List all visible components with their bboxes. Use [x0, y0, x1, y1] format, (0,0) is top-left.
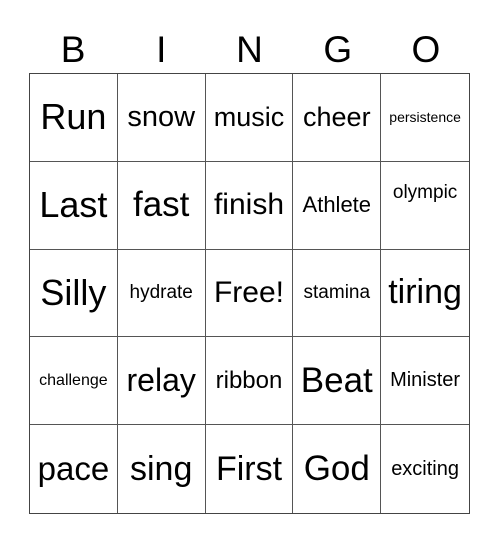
bingo-cell[interactable]: Athlete — [293, 161, 382, 250]
header-letter-o: O — [411, 29, 441, 70]
bingo-cell[interactable]: exciting — [381, 425, 469, 513]
bingo-grid: Run snow music cheer persistence Last fa… — [29, 73, 470, 514]
bingo-cell[interactable]: hydrate — [117, 249, 206, 338]
bingo-cell[interactable]: ribbon — [205, 337, 294, 426]
header-letter-b: B — [60, 29, 86, 70]
header-letter-n: N — [236, 29, 263, 70]
bingo-cell[interactable]: tiring — [381, 250, 469, 338]
bingo-cell[interactable]: finish — [205, 161, 294, 250]
bingo-cell[interactable]: Beat — [293, 337, 382, 426]
bingo-cell[interactable]: music — [205, 74, 294, 162]
bingo-cell[interactable]: First — [206, 425, 294, 513]
bingo-cell[interactable]: relay — [117, 337, 206, 426]
bingo-cell[interactable]: challenge — [30, 337, 118, 426]
bingo-cell[interactable]: olympic — [381, 162, 469, 250]
bingo-cell[interactable]: God — [293, 425, 382, 513]
free-space-cell[interactable]: Free! — [205, 249, 294, 338]
bingo-cell[interactable]: pace — [30, 425, 118, 513]
header-letter-g: G — [323, 29, 353, 70]
bingo-cell[interactable]: Minister — [381, 337, 469, 426]
bingo-cell[interactable]: snow — [117, 74, 206, 162]
bingo-cell[interactable]: Silly — [30, 249, 118, 338]
bingo-cell[interactable]: cheer — [293, 74, 382, 162]
bingo-cell[interactable]: sing — [118, 425, 206, 513]
bingo-header: B I N G O — [29, 28, 470, 72]
bingo-cell[interactable]: fast — [117, 161, 206, 250]
header-letter-i: I — [156, 29, 167, 70]
bingo-cell[interactable]: persistence — [381, 74, 469, 162]
bingo-cell[interactable]: stamina — [293, 249, 382, 338]
bingo-cell[interactable]: Run — [30, 74, 118, 162]
bingo-cell[interactable]: Last — [30, 161, 118, 250]
